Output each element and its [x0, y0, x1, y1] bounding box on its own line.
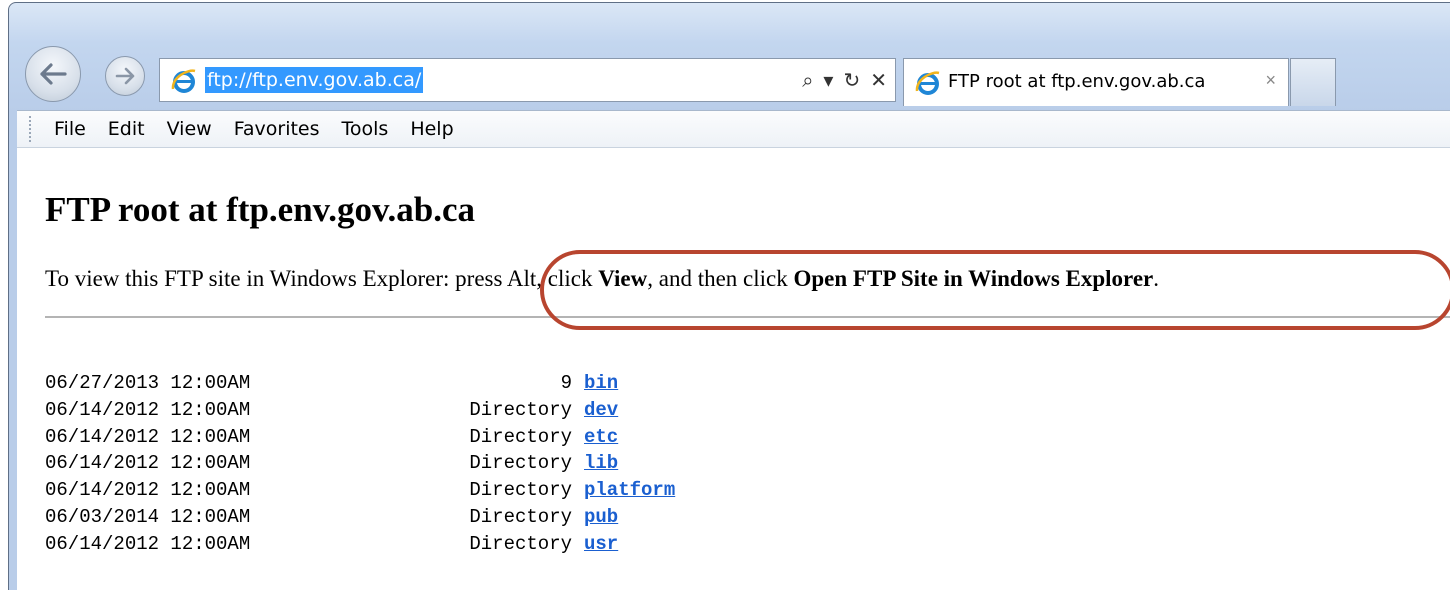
- list-item: 06/14/2012 12:00AM Directory dev: [45, 397, 675, 424]
- stop-icon[interactable]: ✕: [870, 68, 887, 92]
- menu-favorites[interactable]: Favorites: [234, 118, 320, 140]
- entry-date: 06/14/2012 12:00AM: [45, 398, 251, 421]
- list-item: 06/14/2012 12:00AM Directory platform: [45, 477, 675, 504]
- menu-view[interactable]: View: [167, 118, 212, 140]
- entry-size: Directory: [469, 425, 572, 448]
- entry-link[interactable]: platform: [584, 479, 675, 501]
- list-item: 06/27/2013 12:00AM 9 bin: [45, 370, 675, 397]
- entry-date: 06/27/2013 12:00AM: [45, 372, 251, 394]
- menu-edit[interactable]: Edit: [108, 118, 145, 140]
- entry-size: Directory: [469, 479, 572, 502]
- refresh-icon[interactable]: ↻: [843, 68, 860, 92]
- entry-size: Directory: [469, 398, 572, 421]
- entry-size: 9: [560, 372, 572, 394]
- entry-link[interactable]: dev: [584, 399, 618, 421]
- entry-date: 06/14/2012 12:00AM: [45, 425, 251, 448]
- desktop-edge: [0, 0, 8, 590]
- entry-link[interactable]: lib: [584, 452, 618, 474]
- internet-explorer-icon: [171, 69, 196, 93]
- back-button[interactable]: [25, 46, 81, 102]
- entry-date: 06/03/2014 12:00AM: [45, 505, 251, 528]
- menu-grip: [29, 116, 33, 142]
- annotation-highlight-oval: [540, 250, 1450, 330]
- forward-arrow-icon: [115, 67, 135, 85]
- menu-tools[interactable]: Tools: [342, 118, 389, 140]
- tab-ftp-root[interactable]: FTP root at ftp.env.gov.ab.ca ×: [903, 58, 1289, 106]
- list-item: 06/14/2012 12:00AM Directory etc: [45, 424, 675, 451]
- address-url[interactable]: ftp://ftp.env.gov.ab.ca/: [205, 67, 424, 93]
- list-item: 06/14/2012 12:00AM Directory lib: [45, 450, 675, 477]
- tab-title: FTP root at ftp.env.gov.ab.ca: [948, 71, 1206, 92]
- search-icon[interactable]: ⌕: [802, 68, 813, 92]
- instructions-prefix: To view this FTP site in Windows Explore…: [45, 266, 599, 291]
- list-item: 06/14/2012 12:00AM Directory usr: [45, 531, 675, 558]
- entry-date: 06/14/2012 12:00AM: [45, 452, 251, 475]
- list-item: 06/03/2014 12:00AM Directory pub: [45, 504, 675, 531]
- menu-help[interactable]: Help: [410, 118, 453, 140]
- entry-link[interactable]: etc: [584, 426, 618, 448]
- entry-link[interactable]: bin: [584, 372, 618, 394]
- directory-listing: 06/27/2013 12:00AM 9 bin 06/14/2012 12:00A…: [45, 370, 675, 558]
- entry-size: Directory: [469, 452, 572, 475]
- search-dropdown-icon[interactable]: ▾: [823, 68, 833, 92]
- internet-explorer-icon: [915, 71, 940, 95]
- menu-file[interactable]: File: [54, 118, 86, 140]
- page-title: FTP root at ftp.env.gov.ab.ca: [45, 190, 476, 229]
- tab-close-icon[interactable]: ×: [1265, 70, 1276, 91]
- browser-chrome: ftp://ftp.env.gov.ab.ca/ ⌕ ▾ ↻ ✕ FTP roo…: [9, 3, 1450, 113]
- new-tab-button[interactable]: [1290, 58, 1336, 106]
- forward-button[interactable]: [105, 56, 145, 96]
- page-content: FTP root at ftp.env.gov.ab.ca To view th…: [17, 148, 1450, 590]
- entry-date: 06/14/2012 12:00AM: [45, 479, 251, 502]
- entry-size: Directory: [469, 505, 572, 528]
- entry-link[interactable]: usr: [584, 533, 618, 555]
- entry-size: Directory: [469, 532, 572, 555]
- address-tools: ⌕ ▾ ↻ ✕: [802, 66, 887, 94]
- address-bar[interactable]: ftp://ftp.env.gov.ab.ca/ ⌕ ▾ ↻ ✕: [159, 58, 896, 102]
- back-arrow-icon: [40, 63, 67, 85]
- entry-link[interactable]: pub: [584, 506, 618, 528]
- entry-date: 06/14/2012 12:00AM: [45, 532, 251, 555]
- menu-bar: File Edit View Favorites Tools Help: [17, 110, 1450, 148]
